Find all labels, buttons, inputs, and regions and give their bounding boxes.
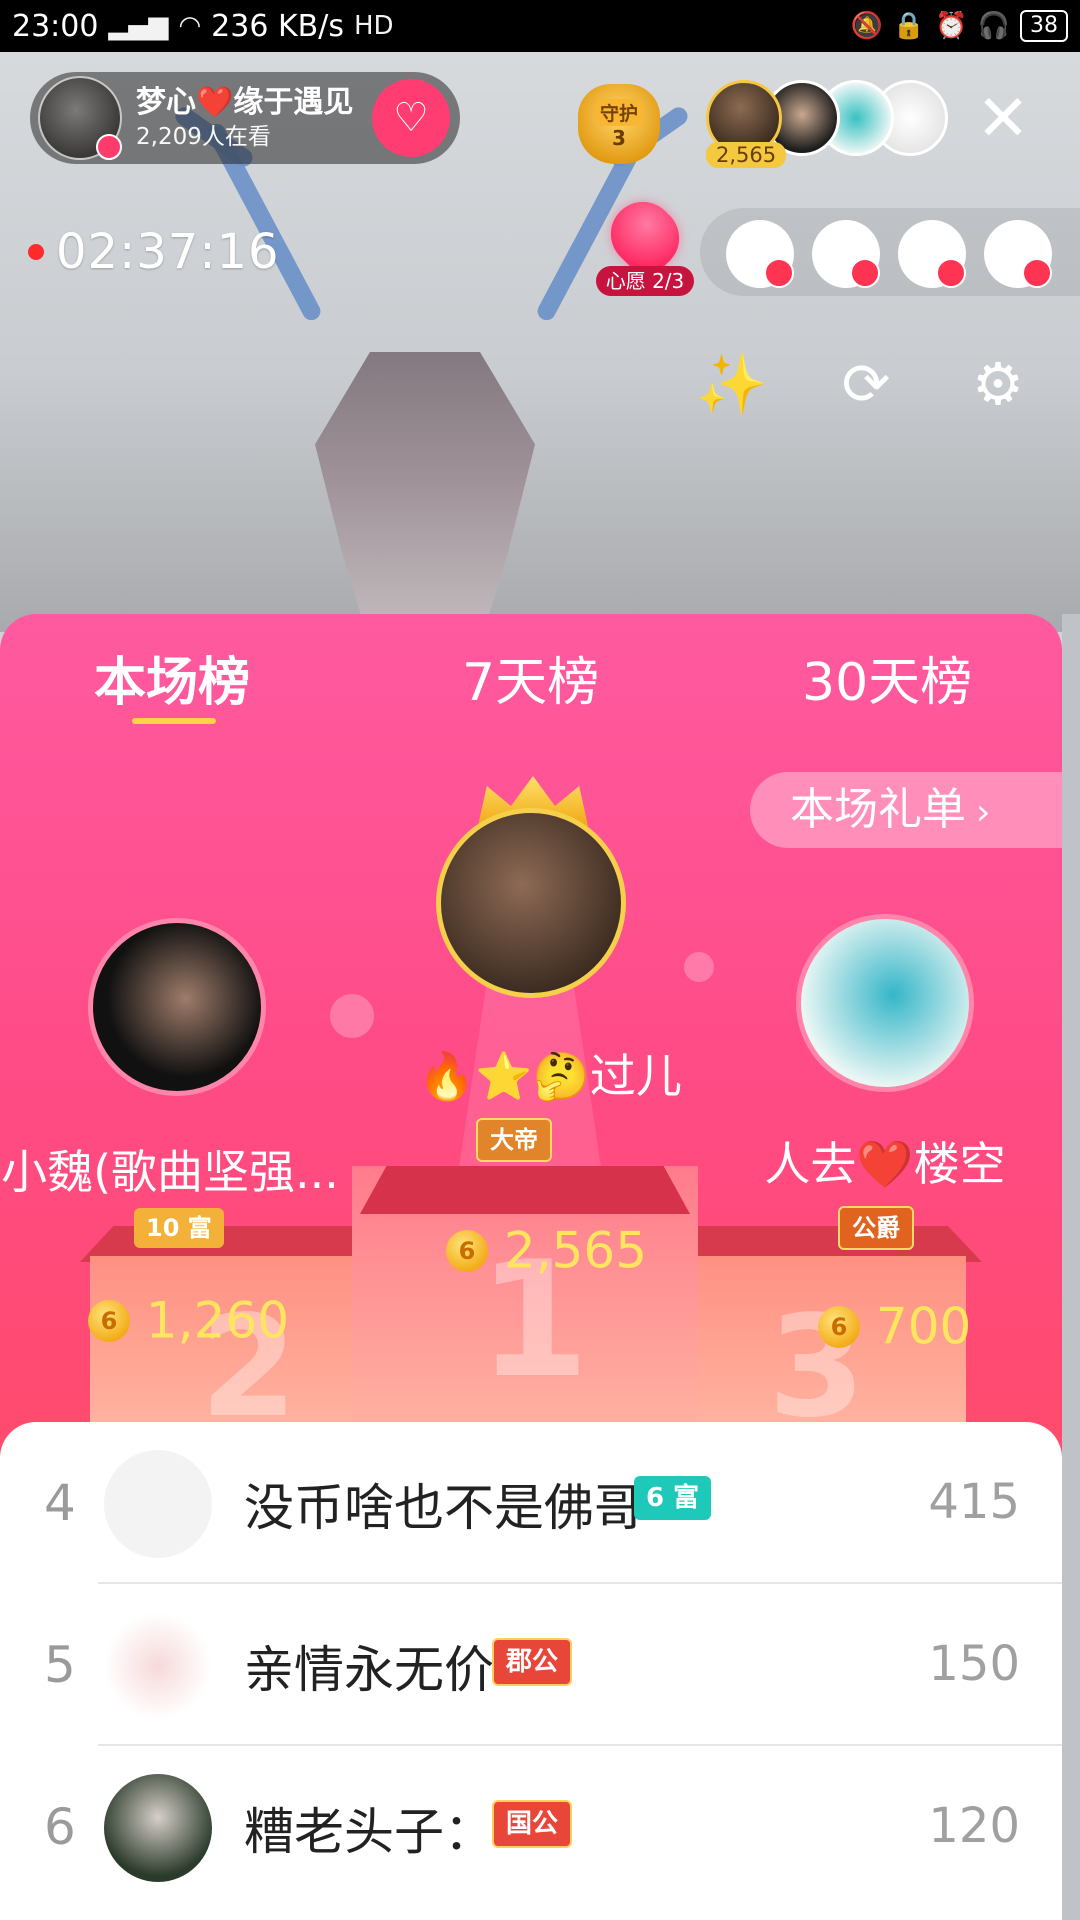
edge-strip: [1062, 614, 1080, 1920]
user-name: 糟老头子：: [244, 1803, 494, 1861]
rank-3-avatar[interactable]: [796, 914, 974, 1092]
decor-circle: [684, 952, 714, 982]
avatar[interactable]: [104, 1450, 212, 1558]
avatar[interactable]: [104, 1774, 212, 1882]
tab-indicator: [132, 718, 216, 724]
follow-button[interactable]: ♡: [372, 79, 450, 157]
rank-number: 6: [44, 1798, 76, 1856]
list-item[interactable]: 6 糟老头子： 国公 120: [0, 1746, 1062, 1908]
coin-icon: 6: [818, 1305, 860, 1348]
ranking-tabs: 本场榜 7天榜 30天榜: [0, 614, 1062, 724]
rank-2-avatar[interactable]: [88, 918, 266, 1096]
gift-item[interactable]: [898, 220, 966, 288]
wifi-icon: ◠: [178, 11, 202, 41]
tab-30-days[interactable]: 30天榜: [802, 640, 972, 715]
camera-switch-icon[interactable]: ⟳: [826, 344, 906, 424]
guard-label: 守护: [593, 98, 644, 126]
rank-1-avatar[interactable]: [436, 808, 626, 998]
rank-1-badge: 大帝: [476, 1118, 552, 1162]
podium-1-top: [360, 1166, 690, 1214]
timer-text: 02:37:16: [56, 224, 280, 280]
heart-plus-icon: ♡: [393, 95, 429, 141]
gift-item[interactable]: [984, 220, 1052, 288]
wish-widget[interactable]: 心愿 2/3: [596, 188, 694, 300]
rank-3-score: 6 700: [818, 1294, 971, 1356]
level-badge: 6 富: [634, 1476, 712, 1520]
gear-icon[interactable]: ⚙: [958, 344, 1038, 424]
network-speed: 236 KB/s: [211, 8, 344, 44]
gift-strip[interactable]: [700, 208, 1080, 296]
host-name: 梦心❤️缘于遇见: [136, 85, 354, 120]
gift-list-button[interactable]: 本场礼单 ›: [750, 772, 1062, 848]
title-badge: 国公: [492, 1800, 573, 1848]
coin-icon: 6: [446, 1229, 488, 1272]
ranking-list: 4 没币啥也不是佛哥 6 富 415 5 亲情永无价 郡公 150 6 糟老头子…: [0, 1422, 1062, 1920]
rank-2-badge: 10 富: [134, 1208, 224, 1248]
deer-decoration: [315, 352, 535, 632]
hd-icon: HD: [353, 11, 394, 41]
title-badge: 郡公: [492, 1638, 573, 1686]
user-name: 亲情永无价: [244, 1641, 494, 1699]
rank-2-name[interactable]: 小魏(歌曲坚强...: [0, 1136, 340, 1202]
headphones-icon: 🎧: [977, 11, 1010, 41]
rank-3-name[interactable]: 人去❤️楼空: [740, 1128, 1030, 1194]
rank-2-score: 6 1,260: [88, 1288, 289, 1350]
alarm-icon: ⏰: [935, 11, 968, 41]
rank-number: 4: [44, 1474, 76, 1532]
guard-badge[interactable]: 守护 3: [578, 84, 660, 164]
close-button[interactable]: ✕: [970, 86, 1036, 152]
rank-3-badge: 公爵: [838, 1206, 914, 1250]
top-fan-score: 2,565: [706, 142, 787, 168]
wish-label: 心愿 2/3: [596, 266, 694, 296]
chevron-right-icon: ›: [976, 792, 991, 833]
user-name: 没币啥也不是佛哥: [244, 1479, 644, 1537]
rank-number: 5: [44, 1636, 76, 1694]
top-fans[interactable]: 2,565: [706, 80, 948, 168]
rank-1-name[interactable]: 🔥⭐🤔过儿: [400, 1040, 700, 1106]
battery-level: 38: [1020, 10, 1068, 42]
user-score: 120: [928, 1798, 1020, 1854]
live-timer: 02:37:16: [28, 224, 280, 280]
status-time: 23:00: [12, 8, 99, 44]
user-score: 150: [928, 1636, 1020, 1692]
gift-item[interactable]: [726, 220, 794, 288]
guard-count: 3: [612, 125, 626, 150]
tab-7-days[interactable]: 7天榜: [462, 640, 599, 715]
status-bar: 23:00 ▂▄▆ ◠ 236 KB/s HD 🔕 🔒 ⏰ 🎧 38: [0, 0, 1080, 52]
bell-off-icon: 🔕: [850, 11, 883, 41]
viewer-count: 2,209人在看: [136, 124, 271, 150]
signal-icon: ▂▄▆: [108, 11, 169, 41]
coin-icon: 6: [88, 1299, 130, 1342]
list-item[interactable]: 5 亲情永无价 郡公 150: [0, 1584, 1062, 1746]
rank-1-score: 6 2,565: [446, 1218, 647, 1280]
recording-dot-icon: [28, 244, 44, 260]
tab-current-session[interactable]: 本场榜: [94, 640, 250, 715]
close-icon: ✕: [976, 82, 1030, 156]
magic-wand-icon[interactable]: ✨: [692, 344, 772, 424]
lock-icon: 🔒: [892, 11, 926, 41]
user-score: 415: [928, 1474, 1020, 1530]
host-info-pill[interactable]: 梦心❤️缘于遇见 2,209人在看 ♡: [30, 72, 460, 164]
gift-item[interactable]: [812, 220, 880, 288]
host-avatar[interactable]: [38, 76, 122, 160]
list-item[interactable]: 4 没币啥也不是佛哥 6 富 415: [0, 1422, 1062, 1584]
avatar[interactable]: [104, 1612, 212, 1720]
gift-list-label: 本场礼单: [790, 784, 966, 835]
decor-circle: [330, 994, 374, 1038]
